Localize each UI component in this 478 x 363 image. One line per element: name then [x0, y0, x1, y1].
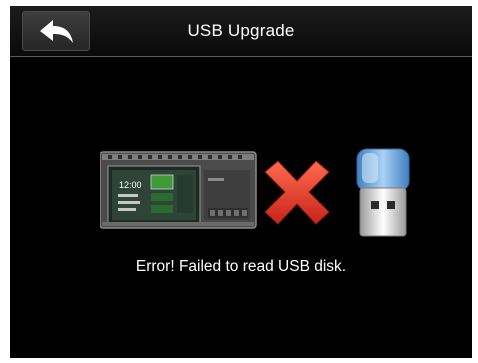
usb-drive-icon — [356, 148, 410, 237]
red-x-icon — [264, 160, 330, 225]
page-title: USB Upgrade — [187, 21, 295, 40]
error-message: Error! Failed to read USB disk. — [135, 258, 347, 275]
terminal-device-icon: 12:00 — [100, 151, 257, 229]
usb-error-illustration: 12:00 — [100, 148, 410, 237]
device-screen: USB Upgrade 12:00 Error! Failed to read … — [10, 6, 472, 358]
svg-text:12:00: 12:00 — [119, 180, 142, 190]
title-bar: USB Upgrade — [10, 6, 472, 57]
